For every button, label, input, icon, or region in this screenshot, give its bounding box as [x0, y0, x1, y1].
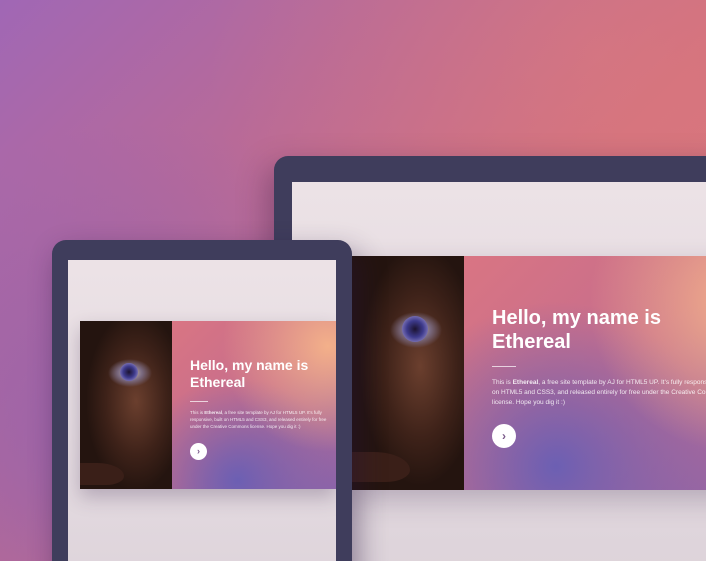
tablet-intro-text: This is Ethereal, a free site template b… — [190, 409, 330, 430]
desktop-intro-panel: Hello, my name is Ethereal This is Ether… — [464, 256, 706, 490]
desktop-hero-card: Hello, my name is Ethereal This is Ether… — [350, 256, 706, 490]
desktop-eye-iris — [402, 316, 428, 342]
tablet-intro-bold: Ethereal — [204, 410, 223, 415]
tablet-next-button[interactable]: › — [190, 443, 207, 460]
desktop-portrait-image — [350, 256, 464, 490]
tablet-intro-prefix: This is — [190, 410, 205, 415]
desktop-intro-prefix: This is — [492, 379, 513, 386]
tablet-heading-divider — [190, 401, 208, 402]
tablet-frame: Hello, my name is Ethereal This is Ether… — [52, 240, 352, 561]
desktop-screen: Hello, my name is Ethereal This is Ether… — [292, 182, 706, 561]
desktop-heading-divider — [492, 366, 516, 367]
tablet-intro-panel: Hello, my name is Ethereal This is Ether… — [172, 321, 336, 489]
tablet-hero-heading: Hello, my name is Ethereal — [190, 357, 309, 390]
desktop-intro-bold: Ethereal — [512, 379, 539, 386]
desktop-intro-text: This is Ethereal, a free site template b… — [492, 378, 706, 408]
desktop-hero-heading: Hello, my name is Ethereal — [492, 307, 661, 353]
tablet-eye-iris — [120, 363, 138, 381]
tablet-screen: Hello, my name is Ethereal This is Ether… — [68, 260, 336, 561]
desktop-next-button[interactable]: › — [492, 424, 516, 448]
desktop-portrait-lips — [350, 452, 410, 482]
tablet-portrait-lips — [80, 463, 124, 485]
tablet-hero-card: Hello, my name is Ethereal This is Ether… — [80, 321, 336, 489]
tablet-portrait-image — [80, 321, 172, 489]
